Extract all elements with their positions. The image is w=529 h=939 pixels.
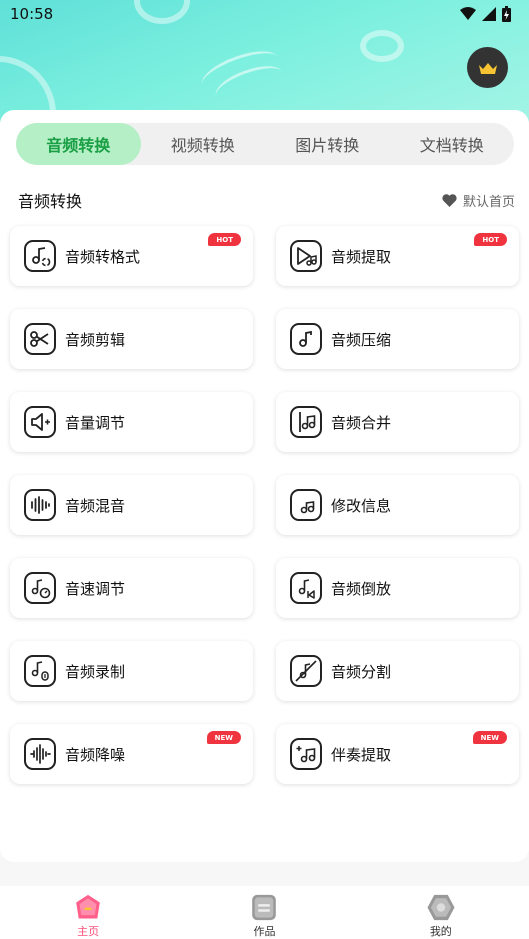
section-title: 音频转换 xyxy=(18,192,83,211)
tool-volume-adjust[interactable]: 音量调节 xyxy=(10,392,253,452)
tool-label: 音速调节 xyxy=(65,579,126,598)
signal-icon xyxy=(482,7,496,21)
nav-home-label: 主页 xyxy=(77,925,100,938)
note-speed-icon xyxy=(24,572,56,604)
bottom-nav: 主页 作品 我的 xyxy=(0,886,529,939)
status-time: 10:58 xyxy=(10,5,54,23)
tab-image[interactable]: 图片转换 xyxy=(265,123,390,165)
tool-audio-cut[interactable]: 音频剪辑 xyxy=(10,309,253,369)
decor-ring xyxy=(360,30,404,62)
tool-label: 音频降噪 xyxy=(65,745,126,764)
tool-label: 音频混音 xyxy=(65,496,126,515)
tool-speed-adjust[interactable]: 音速调节 xyxy=(10,558,253,618)
tool-label: 音频合并 xyxy=(331,413,392,432)
note-merge-icon xyxy=(290,406,322,438)
main-panel: 音频转换 视频转换 图片转换 文档转换 音频转换 默认首页 音频转格式 HOT … xyxy=(0,110,529,862)
tab-video[interactable]: 视频转换 xyxy=(141,123,266,165)
note-info-icon xyxy=(290,489,322,521)
waveform-denoise-icon xyxy=(24,738,56,770)
profile-icon xyxy=(427,894,455,921)
accompaniment-icon xyxy=(290,738,322,770)
hot-badge: HOT xyxy=(474,233,507,246)
tool-audio-extract[interactable]: 音频提取 HOT xyxy=(276,226,519,286)
video-note-icon xyxy=(290,240,322,272)
note-split-icon xyxy=(290,655,322,687)
tool-label: 音频剪辑 xyxy=(65,330,126,349)
status-bar: 10:58 xyxy=(0,0,529,28)
note-convert-icon xyxy=(24,240,56,272)
nav-profile[interactable]: 我的 xyxy=(353,886,529,939)
scissors-icon xyxy=(24,323,56,355)
heart-icon xyxy=(442,193,457,207)
tool-audio-record[interactable]: 音频录制 xyxy=(10,641,253,701)
tool-audio-merge[interactable]: 音频合并 xyxy=(276,392,519,452)
crown-icon xyxy=(478,62,497,74)
tab-audio[interactable]: 音频转换 xyxy=(16,123,141,165)
tool-label: 音频压缩 xyxy=(331,330,392,349)
vip-crown-button[interactable] xyxy=(467,47,508,88)
category-tabs: 音频转换 视频转换 图片转换 文档转换 xyxy=(16,123,514,165)
default-home-label: 默认首页 xyxy=(462,194,515,210)
wifi-icon xyxy=(460,7,476,20)
nav-works[interactable]: 作品 xyxy=(176,886,352,939)
tool-label: 音频分割 xyxy=(331,662,392,681)
tool-label: 音频倒放 xyxy=(331,579,392,598)
waveform-mix-icon xyxy=(24,489,56,521)
new-badge: NEW xyxy=(206,731,241,744)
works-icon xyxy=(252,894,277,921)
tool-accompaniment-extract[interactable]: 伴奏提取 NEW xyxy=(276,724,519,784)
tab-document[interactable]: 文档转换 xyxy=(390,123,515,165)
tool-edit-info[interactable]: 修改信息 xyxy=(276,475,519,535)
new-badge: NEW xyxy=(472,731,507,744)
tool-label: 音频录制 xyxy=(65,662,126,681)
tool-label: 音频提取 xyxy=(331,247,392,266)
nav-profile-label: 我的 xyxy=(429,925,452,938)
tool-label: 修改信息 xyxy=(331,496,392,515)
tool-audio-mix[interactable]: 音频混音 xyxy=(10,475,253,535)
tool-audio-reverse[interactable]: 音频倒放 xyxy=(276,558,519,618)
speaker-volume-icon xyxy=(24,406,56,438)
nav-works-label: 作品 xyxy=(253,925,276,938)
tool-label: 伴奏提取 xyxy=(331,745,392,764)
tool-noise-reduction[interactable]: 音频降噪 NEW xyxy=(10,724,253,784)
tool-audio-split[interactable]: 音频分割 xyxy=(276,641,519,701)
tool-audio-compress[interactable]: 音频压缩 xyxy=(276,309,519,369)
tool-label: 音频转格式 xyxy=(65,247,141,266)
tool-audio-convert-format[interactable]: 音频转格式 HOT xyxy=(10,226,253,286)
nav-home[interactable]: 主页 xyxy=(0,886,176,939)
home-icon xyxy=(76,894,100,919)
hot-badge: HOT xyxy=(208,233,241,246)
note-mic-icon xyxy=(24,655,56,687)
section-header: 音频转换 默认首页 xyxy=(18,188,515,212)
battery-icon xyxy=(502,6,511,22)
note-reverse-icon xyxy=(290,572,322,604)
tool-grid: 音频转格式 HOT 音频提取 HOT 音频剪辑 音频压缩 音量调节 音频合并 音… xyxy=(10,226,521,784)
note-compress-icon xyxy=(290,323,322,355)
set-default-home-button[interactable]: 默认首页 xyxy=(442,191,515,210)
tool-label: 音量调节 xyxy=(65,413,126,432)
